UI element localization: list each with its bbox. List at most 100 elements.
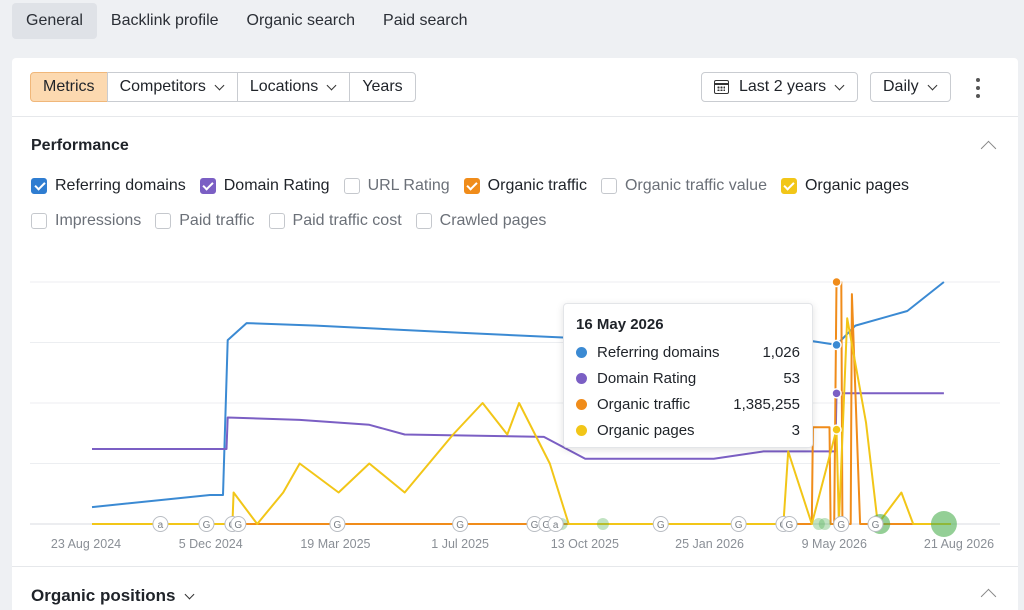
years-button[interactable]: Years <box>349 72 416 102</box>
series-line-referring-domains <box>91 281 945 509</box>
x-tick-label: 19 Mar 2025 <box>300 537 370 551</box>
event-bubble <box>818 518 831 530</box>
event-bubble <box>930 511 957 537</box>
x-tick-label: 23 Aug 2024 <box>51 537 121 551</box>
checkbox-organic-traffic[interactable]: Organic traffic <box>463 177 587 195</box>
checkbox-box <box>31 213 47 229</box>
date-range-button[interactable]: Last 2 years <box>701 72 859 102</box>
checkbox-box <box>343 178 360 194</box>
checkbox-box <box>415 213 432 229</box>
competitors-button[interactable]: Competitors <box>106 72 238 102</box>
metric-checkboxes-row-1: Referring domains Domain Rating URL Rati… <box>31 177 909 195</box>
annotation-marker-label: G <box>531 520 539 531</box>
annotation-marker-label: G <box>872 520 880 531</box>
organic-positions-toggle[interactable]: Organic positions <box>31 586 195 606</box>
calendar-icon <box>714 80 729 94</box>
checkbox-box <box>31 178 47 194</box>
granularity-label: Daily <box>883 78 919 95</box>
checkbox-box <box>600 178 617 194</box>
checkbox-box <box>199 178 216 194</box>
checkbox-organic-pages[interactable]: Organic pages <box>780 177 910 195</box>
tooltip-series-name: Organic pages <box>597 421 695 439</box>
checkbox-label: Referring domains <box>55 177 186 194</box>
chevron-down-icon <box>927 80 938 90</box>
hover-point <box>831 388 842 399</box>
checkbox-impressions[interactable]: Impressions <box>31 212 141 230</box>
locations-button[interactable]: Locations <box>236 72 351 102</box>
chevron-down-icon <box>214 80 225 90</box>
series-dot <box>576 346 587 358</box>
performance-chart[interactable]: aGGGGGGGaGGGGGG23 Aug 20245 Dec 202419 M… <box>12 248 1018 558</box>
date-range-label: Last 2 years <box>739 78 827 95</box>
metrics-button[interactable]: Metrics <box>30 72 108 102</box>
checkbox-box <box>780 178 797 194</box>
annotation-marker-label: G <box>234 520 242 531</box>
checkbox-box <box>268 213 285 229</box>
checkbox-domain-rating[interactable]: Domain Rating <box>199 177 330 195</box>
performance-title: Performance <box>31 137 129 154</box>
checkbox-paid-traffic-cost[interactable]: Paid traffic cost <box>268 212 402 230</box>
years-label: Years <box>362 78 403 95</box>
tooltip-row-domain-rating: Domain Rating 53 <box>576 365 800 391</box>
filter-toolbar: Metrics Competitors Locations Years <box>30 72 416 102</box>
annotation-marker-label: G <box>657 520 665 531</box>
annotation-marker-label: G <box>785 520 793 531</box>
checkbox-label: Paid traffic <box>179 212 255 229</box>
tooltip-row-referring-domains: Referring domains 1,026 <box>576 339 800 365</box>
chevron-down-icon <box>184 589 194 599</box>
checkbox-organic-traffic-value[interactable]: Organic traffic value <box>600 177 767 195</box>
tooltip-series-value: 1,385,255 <box>733 395 800 413</box>
tab-paid-search[interactable]: Paid search <box>369 3 482 39</box>
x-tick-label: 13 Oct 2025 <box>551 537 619 551</box>
series-dot <box>576 424 587 436</box>
annotation-marker-label: G <box>334 520 342 531</box>
checkbox-label: Crawled pages <box>439 212 547 229</box>
annotation-marker-label: G <box>203 520 211 531</box>
x-tick-label: 25 Jan 2026 <box>675 537 744 551</box>
x-tick-label: 1 Jul 2025 <box>431 537 489 551</box>
checkbox-label: Impressions <box>55 212 142 229</box>
annotation-marker-label: G <box>837 520 845 531</box>
checkbox-label: Domain Rating <box>223 177 330 194</box>
tooltip-row-organic-traffic: Organic traffic 1,385,255 <box>576 391 800 417</box>
x-tick-label: 9 May 2026 <box>802 537 867 551</box>
checkbox-crawled-pages[interactable]: Crawled pages <box>415 212 547 230</box>
series-dot <box>576 398 587 410</box>
tooltip-series-value: 53 <box>783 369 800 387</box>
overview-card: Metrics Competitors Locations Years Last… <box>12 58 1018 610</box>
checkbox-label: URL Rating <box>367 177 450 194</box>
series-line-organic-pages <box>92 317 951 525</box>
hover-point <box>831 276 842 288</box>
tooltip-row-organic-pages: Organic pages 3 <box>576 417 800 443</box>
annotation-marker-label: a <box>158 520 164 531</box>
checkbox-box <box>155 213 172 229</box>
competitors-label: Competitors <box>119 78 206 95</box>
chart-tooltip: 16 May 2026 Referring domains 1,026 Domai… <box>563 303 813 448</box>
checkbox-label: Organic pages <box>804 177 910 194</box>
metrics-label: Metrics <box>43 78 95 95</box>
chevron-up-icon[interactable] <box>980 140 997 157</box>
series-dot <box>576 372 587 384</box>
checkbox-box <box>463 178 480 194</box>
checkbox-label: Organic traffic value <box>624 177 767 194</box>
tooltip-series-name: Organic traffic <box>597 395 691 413</box>
checkbox-referring-domains[interactable]: Referring domains <box>31 177 186 195</box>
tab-organic-search[interactable]: Organic search <box>233 3 370 39</box>
tooltip-series-value: 3 <box>791 421 800 439</box>
granularity-button[interactable]: Daily <box>870 72 951 102</box>
tab-general[interactable]: General <box>12 3 97 39</box>
x-tick-label: 5 Dec 2024 <box>179 537 243 551</box>
chevron-down-icon <box>326 80 337 90</box>
checkbox-url-rating[interactable]: URL Rating <box>343 177 450 195</box>
more-options-icon[interactable] <box>972 78 984 98</box>
metric-checkboxes-row-2: Impressions Paid traffic Paid traffic co… <box>31 212 546 230</box>
checkbox-label: Paid traffic cost <box>292 212 402 229</box>
tab-backlink-profile[interactable]: Backlink profile <box>97 3 233 39</box>
chevron-up-icon[interactable] <box>980 588 997 605</box>
chevron-down-icon <box>834 80 845 90</box>
x-tick-label: 21 Aug 2026 <box>924 537 994 551</box>
tooltip-series-name: Referring domains <box>597 343 720 361</box>
checkbox-paid-traffic[interactable]: Paid traffic <box>155 212 255 230</box>
section-divider <box>12 566 1018 567</box>
annotation-marker-label: a <box>553 520 559 531</box>
